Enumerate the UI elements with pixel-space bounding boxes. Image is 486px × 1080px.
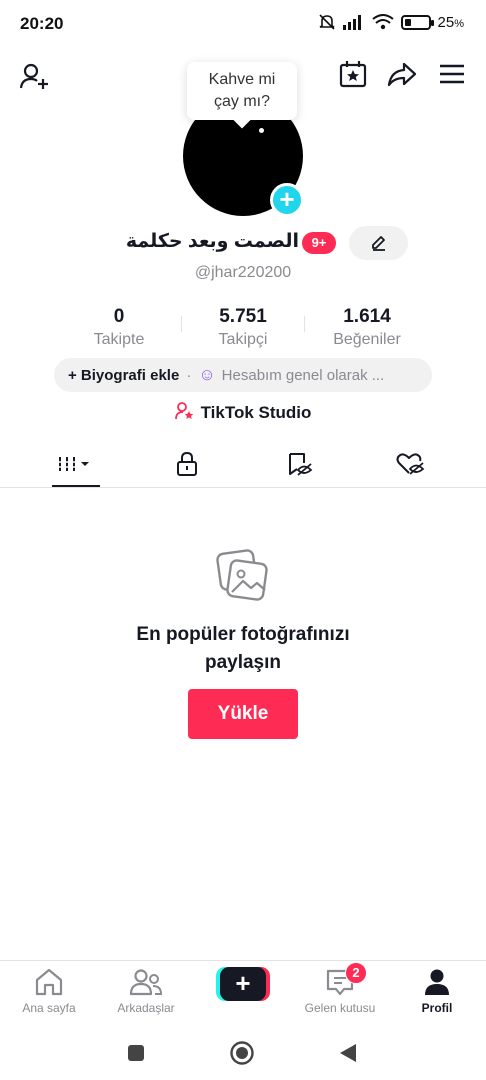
nav-profile[interactable]: Profil <box>389 967 485 1015</box>
tab-liked[interactable] <box>350 440 471 488</box>
bookmark-eye-icon <box>288 453 312 476</box>
studio-label: TikTok Studio <box>200 403 312 422</box>
status-icons: 25% <box>318 13 464 31</box>
square-icon <box>128 1045 144 1061</box>
person-star-icon <box>174 402 193 420</box>
nav-friends[interactable]: Arkadaşlar <box>98 967 194 1015</box>
smile-icon: ☺ <box>198 365 216 384</box>
plus-icon: + <box>279 184 295 214</box>
status-tooltip[interactable]: Kahve mi çay mı? <box>187 62 297 120</box>
inbox-badge: 2 <box>345 962 367 984</box>
lock-icon <box>176 451 197 476</box>
profile-icon <box>425 969 449 995</box>
nav-friends-label: Arkadaşlar <box>117 1001 175 1015</box>
edit-name-button[interactable] <box>349 226 408 260</box>
photos-icon <box>215 548 271 609</box>
stat-label: Beğeniler <box>333 331 401 348</box>
status-bar: 20:20 25% <box>0 0 486 48</box>
stat-followers[interactable]: 5.751 Takipçi <box>178 306 308 349</box>
menu-button[interactable] <box>437 58 467 90</box>
person-plus-icon <box>19 63 48 89</box>
profile-tabs <box>0 440 486 488</box>
bio-status-text[interactable]: Hesabım genel olarak ... <box>222 367 385 384</box>
avatar-dot <box>259 128 264 133</box>
share-arrow-icon <box>387 62 417 87</box>
hamburger-menu-icon <box>440 64 464 84</box>
nav-home-label: Ana sayfa <box>22 1001 76 1015</box>
add-bio-label[interactable]: + Biyografi ekle <box>68 367 179 384</box>
calendar-button[interactable] <box>337 58 369 90</box>
circle-home-icon <box>230 1041 254 1065</box>
share-button[interactable] <box>386 58 418 90</box>
bio-bar[interactable]: + Biyografi ekle · ☺ Hesabım genel olara… <box>54 358 432 392</box>
stat-label: Takipçi <box>218 331 268 348</box>
stat-likes[interactable]: 1.614 Beğeniler <box>302 306 432 349</box>
display-name: الصمت وبعد حكلمة <box>125 231 299 252</box>
friends-icon <box>130 969 162 996</box>
empty-title-line-2: paylaşın <box>204 652 282 673</box>
stat-value: 1.614 <box>343 306 391 327</box>
create-button[interactable]: + <box>216 967 270 1001</box>
tooltip-line-1: Kahve mi <box>208 71 276 88</box>
battery-icon <box>400 14 434 30</box>
home-system-button[interactable] <box>229 1040 255 1066</box>
grid-bars-icon <box>56 457 89 471</box>
tab-videos[interactable] <box>15 440 136 488</box>
stat-following[interactable]: 0 Takipte <box>54 306 184 349</box>
tab-private[interactable] <box>126 440 247 488</box>
signal-icon <box>342 15 361 30</box>
stat-value: 0 <box>113 306 125 327</box>
add-friend-button[interactable] <box>18 60 50 92</box>
active-tab-indicator <box>52 485 100 487</box>
notification-badge[interactable]: 9+ <box>302 232 336 254</box>
tab-reposts[interactable] <box>239 440 360 488</box>
nav-profile-label: Profil <box>421 1001 453 1015</box>
tooltip-line-2: çay mı? <box>213 93 270 110</box>
triangle-back-icon <box>340 1044 356 1062</box>
upload-button[interactable]: Yükle <box>188 689 298 739</box>
calendar-star-icon <box>339 61 367 88</box>
user-handle: @jhar220200 <box>194 264 292 281</box>
pencil-icon <box>371 236 385 251</box>
name-row: الصمت وبعد حكلمة <box>0 226 486 260</box>
empty-state-title: En popüler fotoğrafınızı paylaşın <box>0 621 486 677</box>
bio-separator: · <box>186 366 192 384</box>
mute-icon <box>318 14 335 30</box>
stat-label: Takipte <box>93 331 145 348</box>
avatar-add-button[interactable]: + <box>270 183 304 217</box>
back-button[interactable] <box>335 1040 361 1066</box>
home-icon <box>35 968 63 996</box>
nav-inbox[interactable]: Gelen kutusu <box>292 967 388 1015</box>
status-time: 20:20 <box>20 14 64 33</box>
wifi-icon <box>371 14 394 30</box>
nav-inbox-label: Gelen kutusu <box>304 1001 376 1015</box>
heart-eye-icon <box>396 453 424 475</box>
empty-title-line-1: En popüler fotoğrafınızı <box>136 624 350 645</box>
battery-percent: 25% <box>437 13 464 31</box>
system-nav-bar <box>0 1024 486 1080</box>
nav-home[interactable]: Ana sayfa <box>1 967 97 1015</box>
recents-button[interactable] <box>123 1040 149 1066</box>
stat-value: 5.751 <box>219 306 267 327</box>
plus-icon: + <box>220 967 266 1001</box>
tiktok-studio-link[interactable]: TikTok Studio <box>0 402 486 423</box>
